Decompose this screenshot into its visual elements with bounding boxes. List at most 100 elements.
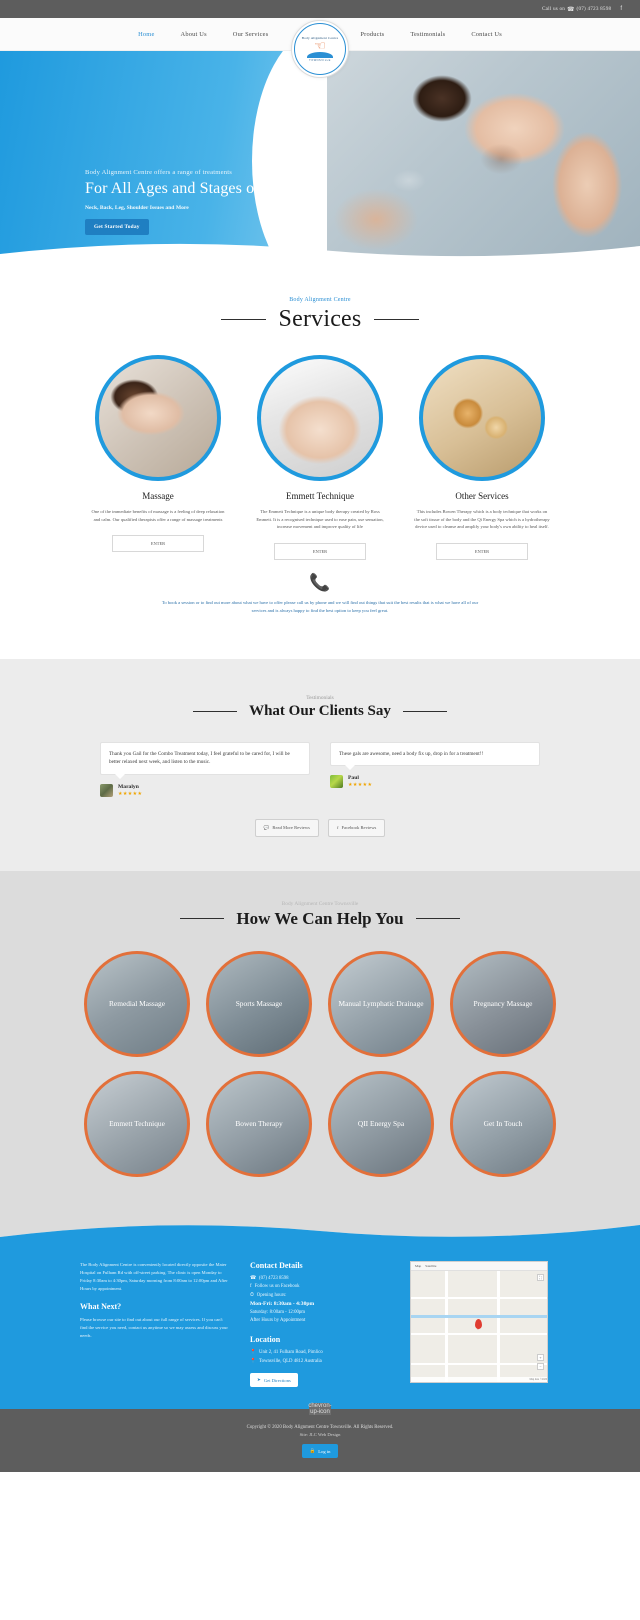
heading-rule-left bbox=[193, 710, 238, 712]
services-section: Body Alignment Centre Services Massage O… bbox=[0, 267, 640, 659]
nav-item-testimonials[interactable]: Testimonials bbox=[397, 31, 458, 38]
services-cards: Massage One of the immediate benefits of… bbox=[0, 355, 640, 560]
login-label: Log in bbox=[318, 1448, 331, 1454]
facebook-icon[interactable]: f bbox=[620, 6, 622, 12]
help-tile-label: Manual Lymphatic Drainage bbox=[338, 998, 424, 1008]
help-title: How We Can Help You bbox=[236, 908, 404, 928]
testimonials-list: Thank you Gail for the Combo Treatment t… bbox=[0, 741, 640, 797]
directions-icon: ➤ bbox=[257, 1377, 261, 1383]
services-title: Services bbox=[278, 306, 362, 332]
site-logo[interactable]: Body Alignment Centre ☜ TOWNSVILLE bbox=[291, 20, 349, 78]
footer-about-text: The Body Alignment Centre is convenientl… bbox=[80, 1261, 228, 1291]
footer-address-row-2: 📍 Townsville, QLD 4812 Australia bbox=[250, 1358, 390, 1367]
heading-rule-left bbox=[180, 918, 225, 919]
phone-handset-icon: 📞 bbox=[309, 572, 331, 592]
topbar-phone[interactable]: Call us on ☎ (07) 4723 8598 bbox=[542, 6, 611, 13]
service-card: Other Services This includes Bowen Thera… bbox=[412, 355, 552, 560]
service-body: The Emmett Technique is a unique body th… bbox=[256, 509, 384, 529]
help-tile-bowen-therapy[interactable]: Bowen Therapy bbox=[206, 1070, 312, 1177]
help-tile-manual-lymphatic-drainage[interactable]: Manual Lymphatic Drainage bbox=[328, 950, 434, 1057]
nav-item-products[interactable]: Products bbox=[347, 31, 397, 38]
service-enter-button[interactable]: ENTER bbox=[436, 542, 528, 560]
help-tile-qii-energy-spa[interactable]: QII Energy Spa bbox=[328, 1070, 434, 1177]
service-body: This includes Bowen Therapy which is a b… bbox=[414, 509, 550, 529]
help-tile-label: QII Energy Spa bbox=[357, 1118, 405, 1128]
avatar bbox=[100, 783, 113, 797]
nav-item-contact-us[interactable]: Contact Us bbox=[458, 31, 515, 38]
footer-wrap: The Body Alignment Centre is convenientl… bbox=[0, 1214, 640, 1410]
help-tiles: Remedial Massage Sports Massage Manual L… bbox=[60, 950, 580, 1177]
help-tile-label: Remedial Massage bbox=[108, 998, 166, 1008]
nav-item-our-services[interactable]: Our Services bbox=[220, 31, 282, 38]
logo-wave-shape bbox=[307, 52, 333, 58]
callout-text: To book a session or to find out more ab… bbox=[161, 599, 479, 613]
help-tile-remedial-massage[interactable]: Remedial Massage bbox=[84, 950, 190, 1057]
footer-facebook-label: Follow us on Facebook bbox=[254, 1284, 300, 1290]
phone-icon: ☎ bbox=[250, 1275, 256, 1281]
comment-icon: 💬 bbox=[263, 824, 270, 830]
chevron-up-icon[interactable]: chevron-up-icon bbox=[308, 1403, 332, 1416]
hero-photo bbox=[310, 51, 640, 267]
copyright-text: Copyright © 2020 Body Alignment Centre T… bbox=[246, 1425, 394, 1431]
emmett-photo bbox=[257, 355, 383, 481]
map-attribution: Map data ©2020 bbox=[411, 1376, 547, 1382]
service-enter-button[interactable]: ENTER bbox=[112, 535, 204, 552]
footer: The Body Alignment Centre is convenientl… bbox=[0, 1242, 640, 1410]
clock-icon: ⏱ bbox=[250, 1292, 254, 1298]
map-tab-map[interactable]: Map bbox=[415, 1264, 421, 1268]
map-zoom-out-button[interactable]: − bbox=[537, 1362, 544, 1370]
service-title: Massage bbox=[142, 491, 174, 501]
footer-next-heading: What Next? bbox=[80, 1301, 122, 1311]
map-highway bbox=[411, 1314, 547, 1318]
map-tab-bar: Map Satellite bbox=[411, 1261, 547, 1271]
get-started-button[interactable]: Get Started Today bbox=[85, 219, 149, 235]
footer-about-column: The Body Alignment Centre is convenientl… bbox=[80, 1261, 230, 1388]
heading-rule-right bbox=[415, 918, 460, 919]
footer-hours-weekday: Mon-Fri: 8:30am - 4:30pm bbox=[250, 1301, 315, 1308]
map-canvas[interactable]: ⛶ + − Map data ©2020 bbox=[411, 1270, 547, 1382]
other-services-photo bbox=[419, 355, 545, 481]
rating-stars: ★★★★★ bbox=[348, 782, 373, 788]
services-heading-row: Services bbox=[0, 306, 640, 333]
help-tile-get-in-touch[interactable]: Get In Touch bbox=[450, 1070, 556, 1177]
phone-icon: ☎ bbox=[567, 6, 575, 13]
hero-subheading: Neck, Back, Leg, Shoulder Issues and Mor… bbox=[85, 205, 189, 211]
testimonials-heading-row: What Our Clients Say bbox=[0, 703, 640, 720]
help-section: Body Alignment Centre Townsville How We … bbox=[0, 870, 640, 1215]
hero-text-block: Body Alignment Centre offers a range of … bbox=[85, 169, 295, 235]
logo-figure-icon: ☜ bbox=[314, 38, 326, 53]
login-button[interactable]: 🔒 Log in bbox=[301, 1444, 339, 1459]
footer-wave-divider bbox=[0, 1214, 640, 1243]
help-kicker: Body Alignment Centre Townsville bbox=[281, 900, 359, 907]
nav-item-about-us[interactable]: About Us bbox=[168, 31, 220, 38]
testimonial-author: Maralyn ★★★★★ bbox=[100, 783, 310, 797]
testimonials-section: Testimonials What Our Clients Say Thank … bbox=[0, 658, 640, 871]
map-tab-satellite[interactable]: Satellite bbox=[425, 1264, 436, 1268]
topbar-phone-number: (07) 4723 8598 bbox=[576, 6, 612, 12]
help-tile-label: Bowen Therapy bbox=[235, 1118, 283, 1128]
map-fullscreen-button[interactable]: ⛶ bbox=[537, 1273, 544, 1281]
get-directions-button[interactable]: ➤ Get Directions bbox=[250, 1373, 298, 1388]
read-more-reviews-button[interactable]: 💬 Read More Reviews bbox=[254, 818, 319, 837]
footer-hours-saturday: Saturday: 8:00am - 12:00pm bbox=[250, 1310, 306, 1316]
map-zoom-in-button[interactable]: + bbox=[537, 1353, 544, 1361]
help-heading-row: How We Can Help You bbox=[0, 909, 640, 929]
footer-phone-row[interactable]: ☎ (07) 4723 8598 bbox=[250, 1275, 390, 1284]
help-tile-pregnancy-massage[interactable]: Pregnancy Massage bbox=[450, 950, 556, 1057]
testimonial-author: Paul ★★★★★ bbox=[330, 775, 540, 788]
testimonial-name: Paul bbox=[348, 775, 359, 781]
footer-facebook-row[interactable]: f Follow us on Facebook bbox=[250, 1283, 390, 1292]
help-tile-sports-massage[interactable]: Sports Massage bbox=[206, 950, 312, 1057]
main-navigation: Home About Us Our Services Products Test… bbox=[0, 18, 640, 78]
service-title: Emmett Technique bbox=[286, 491, 354, 501]
site-credit: Site: JLC Web Design bbox=[299, 1432, 341, 1438]
facebook-reviews-button[interactable]: f Facebook Reviews bbox=[327, 818, 386, 837]
location-map[interactable]: Map Satellite ⛶ + − Map data ©2020 bbox=[410, 1260, 548, 1383]
hero-heading: For All Ages and Stages of Life bbox=[85, 180, 291, 197]
nav-item-home[interactable]: Home bbox=[125, 31, 167, 38]
footer-address-line-2: Townsville, QLD 4812 Australia bbox=[258, 1358, 322, 1364]
rating-stars: ★★★★★ bbox=[118, 790, 143, 797]
footer-map-column: Map Satellite ⛶ + − Map data ©2020 bbox=[410, 1260, 560, 1388]
service-enter-button[interactable]: ENTER bbox=[274, 542, 366, 560]
help-tile-emmett-technique[interactable]: Emmett Technique bbox=[84, 1070, 190, 1177]
